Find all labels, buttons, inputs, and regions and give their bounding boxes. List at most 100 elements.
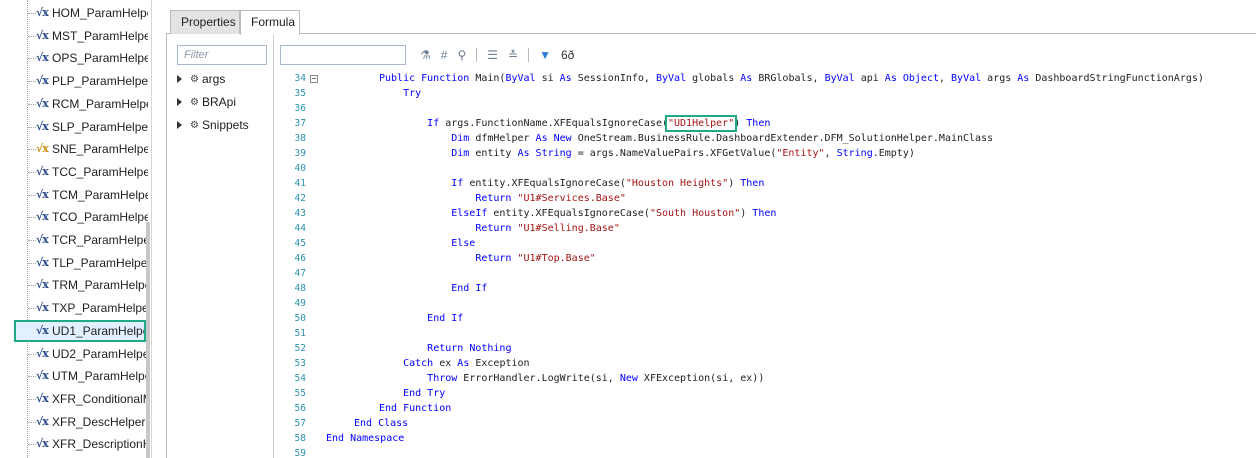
- tree-item[interactable]: √x SLP_ParamHelper: [0, 116, 148, 138]
- line-number: 46: [294, 253, 306, 264]
- tree-item-label: HOM_ParamHelper: [52, 6, 148, 20]
- tree-item[interactable]: √xXFR_ConditionalMem: [0, 388, 148, 410]
- code-line[interactable]: 35 Try: [274, 87, 1256, 102]
- tree-item[interactable]: √x XFR_DescHelper: [0, 411, 148, 433]
- tree-item-label: TCC_ParamHelper: [52, 164, 148, 179]
- code-line[interactable]: 44 Return "U1#Selling.Base": [274, 222, 1256, 237]
- fx-icon: √x: [36, 369, 49, 383]
- reference-item-label: Snippets: [201, 118, 249, 132]
- funnel-icon[interactable]: ▼: [539, 45, 551, 65]
- code-line[interactable]: 50 End If: [274, 312, 1256, 327]
- expand-arrow-icon[interactable]: [177, 98, 182, 106]
- fx-icon: √x: [36, 414, 49, 428]
- tree-item[interactable]: √x TCR_ParamHelper: [0, 229, 148, 251]
- tree-item[interactable]: √x OPS_ParamHelper: [0, 47, 148, 69]
- fx-icon: √x: [36, 164, 49, 178]
- code-line[interactable]: 41 If entity.XFEqualsIgnoreCase("Houston…: [274, 177, 1256, 192]
- replace-icon[interactable]: ⚗: [420, 45, 431, 65]
- code-line[interactable]: 46 Return "U1#Top.Base": [274, 252, 1256, 267]
- code-line[interactable]: 37 If args.FunctionName.XFEqualsIgnoreCa…: [274, 115, 1256, 132]
- tree-item[interactable]: √x RCM_ParamHelper: [0, 93, 148, 115]
- tree-item[interactable]: √x TLP_ParamHelper: [0, 252, 148, 274]
- code-line[interactable]: 38 Dim dfmHelper As New OneStream.Busine…: [274, 132, 1256, 147]
- tree-connector: [28, 353, 36, 355]
- code-line[interactable]: 57 End Class: [274, 417, 1256, 432]
- tree-item[interactable]: √x UTM_ParamHelper: [0, 365, 148, 387]
- code-line[interactable]: 34− Public Function Main(ByVal si As Sess…: [274, 72, 1256, 87]
- code-line[interactable]: 40: [274, 162, 1256, 177]
- fold-toggle-icon[interactable]: −: [310, 75, 318, 83]
- reference-item[interactable]: ⚙ args: [177, 70, 225, 88]
- find-icon[interactable]: ⚲: [457, 45, 466, 65]
- tree-scrollbar[interactable]: [146, 222, 150, 458]
- code-line[interactable]: 47: [274, 267, 1256, 282]
- line-number: 51: [294, 328, 306, 339]
- tree-item[interactable]: √x HOM_ParamHelper: [0, 2, 148, 24]
- code-line[interactable]: 39 Dim entity As String = args.NameValue…: [274, 147, 1256, 162]
- reference-item[interactable]: ⚙ Snippets: [177, 116, 249, 134]
- fx-icon: √x: [36, 346, 49, 360]
- code-editor[interactable]: ⚗ # ⚲ ☰ ≛ ▼ 6ð 34− Public Function Main(B…: [273, 34, 1256, 458]
- tree-item-label: XFR_DescHelper: [52, 414, 146, 429]
- fx-icon: √x: [36, 278, 49, 292]
- expand-arrow-icon[interactable]: [177, 75, 182, 83]
- code-line[interactable]: 59: [274, 447, 1256, 458]
- tree-item[interactable]: √x UD1_ParamHelper: [14, 319, 146, 342]
- code-line[interactable]: 53 Catch ex As Exception: [274, 357, 1256, 372]
- fx-icon: √x: [36, 119, 49, 133]
- tree-item[interactable]: √x TRM_ParamHelper: [0, 274, 148, 296]
- tree-item[interactable]: √x UD2_ParamHelper: [0, 343, 148, 365]
- tree-item[interactable]: √x TCC_ParamHelper: [0, 161, 148, 183]
- tree-item[interactable]: √x MST_ParamHelper: [0, 25, 148, 47]
- line-number: 48: [294, 283, 306, 294]
- tree-connector: [28, 398, 36, 400]
- editor-search-input[interactable]: [280, 45, 406, 65]
- tab-formula[interactable]: Formula: [240, 10, 300, 35]
- tree-item-label: TCR_ParamHelper: [52, 233, 148, 247]
- tree-connector: [28, 194, 36, 196]
- fx-icon: √x: [36, 96, 49, 110]
- tree-connector: [28, 217, 36, 219]
- code-line[interactable]: 45 Else: [274, 237, 1256, 252]
- line-number: 57: [294, 418, 306, 429]
- glasses-icon[interactable]: 6ð: [561, 45, 574, 65]
- code-line[interactable]: 42 Return "U1#Services.Base": [274, 192, 1256, 207]
- code-line[interactable]: 36: [274, 102, 1256, 117]
- expand-arrow-icon[interactable]: [177, 121, 182, 129]
- reference-item[interactable]: ⚙ BRApi: [177, 93, 236, 111]
- code-line[interactable]: 51: [274, 327, 1256, 342]
- code-line[interactable]: 49: [274, 297, 1256, 312]
- tree-item[interactable]: √x TCM_ParamHelper: [0, 184, 148, 206]
- code-line[interactable]: 56 End Function: [274, 402, 1256, 417]
- line-number: 59: [294, 448, 306, 458]
- fx-icon: √x: [36, 28, 49, 42]
- code-line[interactable]: 58 End Namespace: [274, 432, 1256, 447]
- tree-item[interactable]: √x PLP_ParamHelper: [0, 70, 148, 92]
- comment-icon[interactable]: ☰: [487, 45, 498, 65]
- tree-connector: [28, 126, 36, 128]
- code-text: Dim dfmHelper As New OneStream.BusinessR…: [451, 133, 994, 144]
- line-number: 55: [294, 388, 306, 399]
- code-line[interactable]: 55 End Try: [274, 387, 1256, 402]
- tree-item-label: TCO_ParamHelper: [52, 210, 148, 225]
- code-area[interactable]: 34− Public Function Main(ByVal si As Sess…: [274, 72, 1256, 458]
- tree-item[interactable]: √x TCO_ParamHelper: [0, 206, 148, 228]
- reference-filter-input[interactable]: Filter: [177, 45, 267, 65]
- tree-item[interactable]: √x TXP_ParamHelper: [0, 297, 148, 319]
- line-number: 42: [294, 193, 306, 204]
- tree-item[interactable]: √x SNE_ParamHelper: [0, 138, 148, 160]
- line-number: 37: [294, 118, 306, 129]
- hash-icon[interactable]: #: [441, 45, 448, 65]
- class-icon: ⚙: [190, 119, 199, 131]
- tree-connector: [28, 35, 36, 37]
- tree-item-label: UD1_ParamHelper: [52, 323, 146, 338]
- tree-item[interactable]: √xXFR_DescriptionHelp: [0, 433, 148, 455]
- uncomment-icon[interactable]: ≛: [508, 45, 518, 65]
- code-line[interactable]: 48 End If: [274, 282, 1256, 297]
- tab-properties[interactable]: Properties: [170, 10, 240, 34]
- code-line[interactable]: 43 ElseIf entity.XFEqualsIgnoreCase("Sou…: [274, 207, 1256, 222]
- tree-item-label: OPS_ParamHelper: [52, 51, 148, 66]
- fx-icon: √x: [36, 391, 49, 405]
- code-line[interactable]: 52 Return Nothing: [274, 342, 1256, 357]
- code-line[interactable]: 54 Throw ErrorHandler.LogWrite(si, New X…: [274, 372, 1256, 387]
